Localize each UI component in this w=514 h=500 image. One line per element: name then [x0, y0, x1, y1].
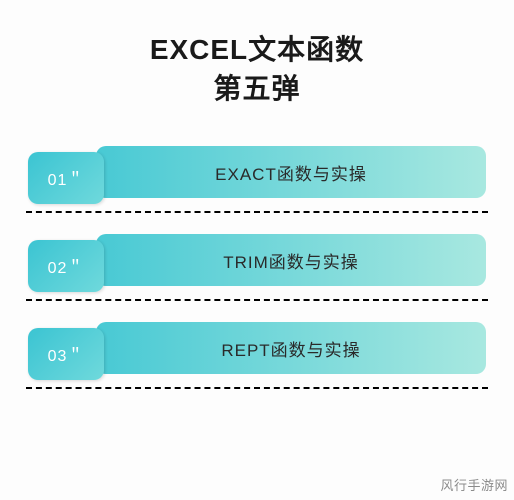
item-number-badge: 02＂: [28, 240, 104, 292]
title-line-2: 第五弹: [28, 69, 486, 108]
list-item: REPT函数与实操 03＂: [28, 322, 486, 384]
divider: [26, 211, 488, 213]
item-label: EXACT函数与实操: [96, 146, 486, 198]
item-label: REPT函数与实操: [96, 322, 486, 374]
item-number-badge: 01＂: [28, 152, 104, 204]
watermark: 风行手游网: [440, 475, 508, 494]
item-number-badge: 03＂: [28, 328, 104, 380]
content-container: EXCEL文本函数 第五弹 EXACT函数与实操 01＂ TRIM函数与实操 0…: [0, 0, 514, 384]
item-label: TRIM函数与实操: [96, 234, 486, 286]
title-block: EXCEL文本函数 第五弹: [28, 30, 486, 108]
divider: [26, 299, 488, 301]
list-item: EXACT函数与实操 01＂: [28, 146, 486, 208]
list-item: TRIM函数与实操 02＂: [28, 234, 486, 296]
title-line-1: EXCEL文本函数: [28, 30, 486, 69]
divider: [26, 387, 488, 389]
items-list: EXACT函数与实操 01＂ TRIM函数与实操 02＂ REPT函数与实操 0…: [28, 146, 486, 384]
